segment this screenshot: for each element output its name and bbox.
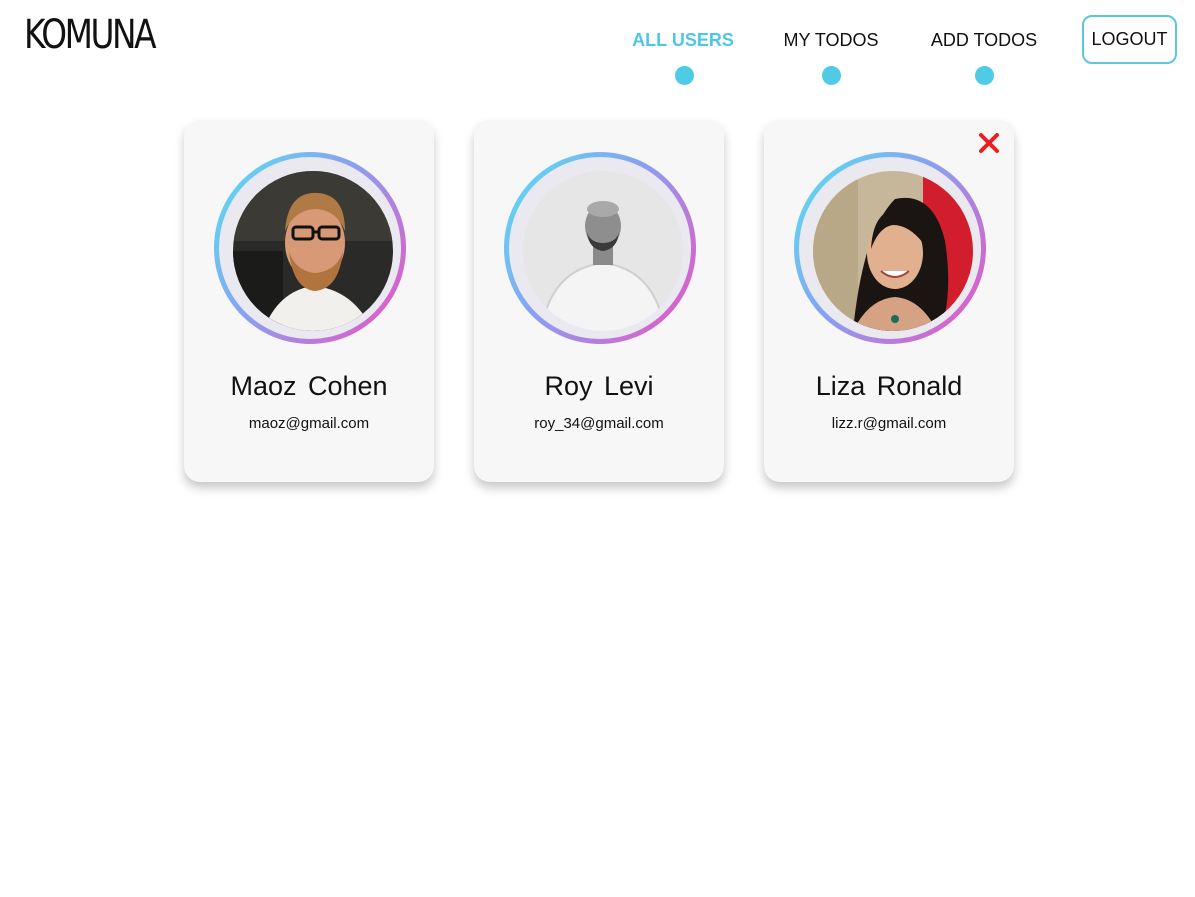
user-name: Roy Levi [544, 371, 654, 401]
user-avatar [523, 171, 683, 331]
nav-all-users[interactable]: ALL USERS [628, 28, 738, 52]
avatar-ring [504, 152, 696, 344]
user-name: Liza Ronald [815, 371, 963, 401]
logout-button[interactable]: LOGOUT [1082, 15, 1177, 64]
user-name: Maoz Cohen [230, 371, 388, 401]
komuna-logo[interactable]: KOMUNA [24, 12, 157, 58]
nav-add-todos[interactable]: ADD TODOS [924, 28, 1044, 52]
top-bar: KOMUNA ALL USERS MY TODOS ADD TODOS LOGO… [0, 0, 1195, 100]
user-avatar [813, 171, 973, 331]
nav-my-todos-dot [822, 66, 841, 85]
man-glasses-beard-photo [233, 171, 393, 331]
nav-my-todos[interactable]: MY TODOS [776, 28, 886, 52]
delete-user-icon[interactable] [978, 132, 1000, 154]
avatar-ring [214, 152, 406, 344]
avatar-ring [794, 152, 986, 344]
user-email: maoz@gmail.com [248, 415, 370, 432]
user-card[interactable]: Liza Ronald lizz.r@gmail.com [764, 120, 1014, 482]
user-avatar [233, 171, 393, 331]
smiling-woman-photo [813, 171, 973, 331]
user-card[interactable]: Roy Levi roy_34@gmail.com [474, 120, 724, 482]
user-email: roy_34@gmail.com [534, 415, 664, 432]
nav-all-users-dot [675, 66, 694, 85]
nav-add-todos-dot [975, 66, 994, 85]
user-email: lizz.r@gmail.com [831, 415, 947, 432]
user-card[interactable]: Maoz Cohen maoz@gmail.com [184, 120, 434, 482]
bald-man-grayscale-photo [523, 171, 683, 331]
